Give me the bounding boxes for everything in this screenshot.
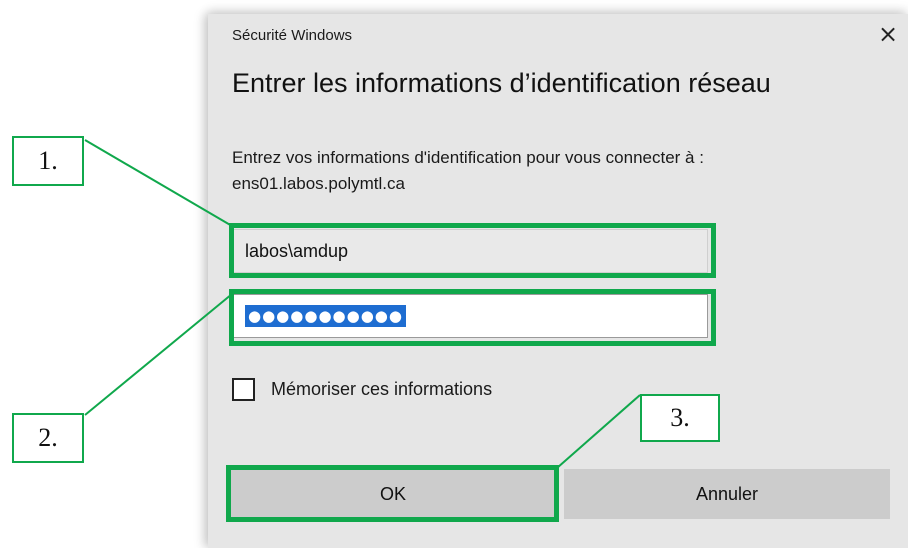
connector-1 (84, 139, 233, 227)
connector-3 (556, 394, 641, 469)
callout-1: 1. (12, 136, 84, 186)
callout-connectors (84, 139, 641, 469)
callout-3: 3. (640, 394, 720, 442)
callout-2: 2. (12, 413, 84, 463)
connector-2 (84, 293, 233, 416)
